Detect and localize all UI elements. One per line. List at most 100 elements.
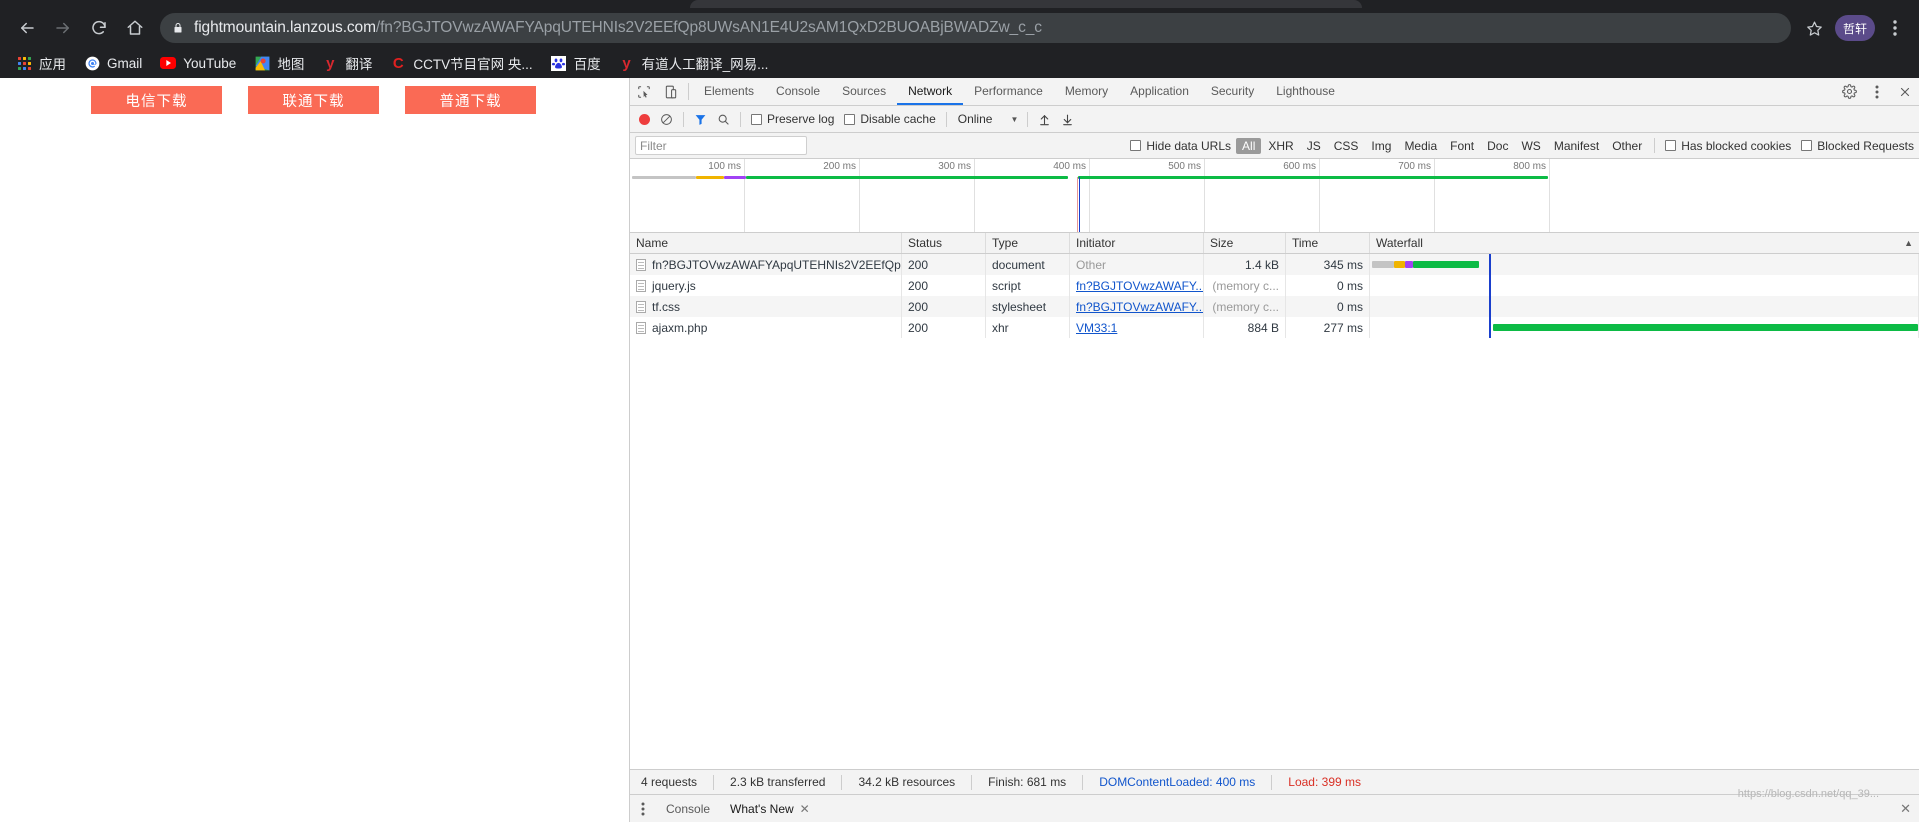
tab-performance[interactable]: Performance	[963, 78, 1054, 105]
table-row[interactable]: tf.css 200 stylesheet fn?BGJTOVwzAWAFY..…	[630, 296, 1919, 317]
tab-security[interactable]: Security	[1200, 78, 1265, 105]
gear-icon[interactable]	[1835, 78, 1863, 106]
lock-icon	[172, 21, 184, 35]
table-row[interactable]: ajaxm.php 200 xhr VM33:1 884 B 277 ms	[630, 317, 1919, 338]
dom-content-loaded-line	[1489, 254, 1491, 275]
overview-band-green-2	[1078, 176, 1548, 179]
overview-tick: 200 ms	[745, 159, 860, 232]
filter-type-media[interactable]: Media	[1398, 138, 1443, 154]
bookmark-apps[interactable]: 应用	[8, 51, 74, 75]
bookmark-youtube[interactable]: YouTube	[152, 51, 244, 75]
bookmark-baidu[interactable]: 百度	[543, 51, 609, 75]
column-header-type[interactable]: Type	[986, 233, 1070, 253]
requests-count: 4 requests	[641, 775, 698, 789]
overview-band-green	[746, 176, 1068, 179]
dom-content-loaded-line	[1489, 296, 1491, 317]
filter-funnel-icon[interactable]	[689, 106, 712, 132]
bookmark-youdao[interactable]: y 有道人工翻译_网易...	[611, 51, 777, 75]
close-icon[interactable]	[1891, 78, 1919, 106]
hide-data-urls-checkbox[interactable]: Hide data URLs	[1125, 133, 1236, 158]
preserve-log-checkbox[interactable]: Preserve log	[746, 106, 839, 132]
filter-type-ws[interactable]: WS	[1515, 138, 1546, 154]
request-initiator[interactable]: VM33:1	[1076, 321, 1117, 335]
throttling-select[interactable]: Online ▼	[952, 106, 1023, 132]
youdao-y-icon: y	[622, 54, 631, 72]
checkbox-box	[1665, 140, 1677, 151]
tab-lighthouse[interactable]: Lighthouse	[1265, 78, 1346, 105]
close-icon[interactable]: ✕	[800, 802, 810, 816]
active-tab[interactable]	[690, 0, 1362, 8]
toggle-device-toolbar-icon[interactable]	[657, 78, 684, 105]
drawer-close-icon[interactable]: ✕	[1900, 801, 1919, 817]
column-header-name[interactable]: Name	[630, 233, 902, 253]
search-icon[interactable]	[712, 106, 735, 132]
bookmark-label: Gmail	[107, 55, 143, 71]
request-initiator[interactable]: fn?BGJTOVwzAWAFY...	[1076, 279, 1203, 293]
inspect-element-icon[interactable]	[630, 78, 657, 105]
blocked-requests-checkbox[interactable]: Blocked Requests	[1796, 133, 1919, 158]
dom-content-loaded-line	[1489, 275, 1491, 296]
import-har-icon[interactable]	[1033, 106, 1056, 132]
normal-download-button[interactable]: 普通下载	[405, 86, 536, 114]
star-icon[interactable]	[1799, 13, 1829, 43]
column-header-initiator[interactable]: Initiator	[1070, 233, 1204, 253]
profile-avatar[interactable]: 哲轩	[1835, 15, 1875, 41]
filter-type-font[interactable]: Font	[1444, 138, 1480, 154]
request-initiator: Other	[1076, 257, 1107, 272]
has-blocked-cookies-checkbox[interactable]: Has blocked cookies	[1660, 133, 1796, 158]
clear-icon[interactable]	[655, 106, 678, 132]
telecom-download-button[interactable]: 电信下载	[91, 86, 222, 114]
column-header-waterfall[interactable]: Waterfall ▲	[1370, 233, 1919, 253]
bookmark-label: CCTV节目官网 央...	[413, 57, 533, 72]
bookmark-gmail[interactable]: Gmail	[76, 51, 150, 75]
finish-time: Finish: 681 ms	[988, 775, 1067, 789]
address-bar[interactable]: fightmountain.lanzous.com/fn?BGJTOVwzAWA…	[160, 13, 1791, 43]
filter-type-img[interactable]: Img	[1365, 138, 1397, 154]
column-header-time[interactable]: Time	[1286, 233, 1370, 253]
drawer-tab-console[interactable]: Console	[656, 795, 720, 822]
forward-button[interactable]	[46, 11, 80, 45]
tab-elements[interactable]: Elements	[693, 78, 765, 105]
column-header-status[interactable]: Status	[902, 233, 986, 253]
request-initiator[interactable]: fn?BGJTOVwzAWAFY...	[1076, 300, 1203, 314]
kebab-menu-icon[interactable]	[1863, 78, 1891, 106]
filter-input[interactable]: Filter	[635, 136, 807, 155]
url-text: fightmountain.lanzous.com/fn?BGJTOVwzAWA…	[194, 19, 1042, 37]
tab-memory[interactable]: Memory	[1054, 78, 1119, 105]
overview-band-orange	[696, 176, 724, 179]
kebab-menu-icon[interactable]	[1881, 13, 1909, 43]
filter-type-other[interactable]: Other	[1606, 138, 1648, 154]
tab-application[interactable]: Application	[1119, 78, 1200, 105]
page-viewport: 电信下载 联通下载 普通下载	[0, 78, 629, 822]
kebab-menu-icon[interactable]	[630, 802, 656, 816]
column-header-size[interactable]: Size	[1204, 233, 1286, 253]
network-overview-timeline[interactable]: 100 ms 200 ms 300 ms 400 ms 500 ms 600 m…	[630, 159, 1919, 233]
transferred-size: 2.3 kB transferred	[730, 775, 826, 789]
home-button[interactable]	[118, 11, 152, 45]
tab-network[interactable]: Network	[897, 78, 964, 105]
request-size: (memory c...	[1212, 278, 1279, 293]
unicom-download-button[interactable]: 联通下载	[248, 86, 379, 114]
filter-type-all[interactable]: All	[1236, 137, 1262, 154]
tab-sources[interactable]: Sources	[831, 78, 897, 105]
disable-cache-checkbox[interactable]: Disable cache	[839, 106, 940, 132]
back-button[interactable]	[10, 11, 44, 45]
filter-type-css[interactable]: CSS	[1328, 138, 1365, 154]
reload-button[interactable]	[82, 11, 116, 45]
bookmark-fanyi[interactable]: y 翻译	[314, 51, 380, 75]
filter-type-manifest[interactable]: Manifest	[1548, 138, 1605, 154]
tab-console[interactable]: Console	[765, 78, 831, 105]
table-row[interactable]: jquery.js 200 script fn?BGJTOVwzAWAFY...…	[630, 275, 1919, 296]
filter-type-js[interactable]: JS	[1301, 138, 1327, 154]
overview-band-gray	[632, 176, 696, 179]
drawer-tab-whats-new[interactable]: What's New ✕	[720, 795, 820, 822]
filter-type-doc[interactable]: Doc	[1481, 138, 1514, 154]
table-body[interactable]: fn?BGJTOVwzAWAFYApqUTEHNIs2V2EEfQp... 20…	[630, 254, 1919, 769]
bookmark-cctv[interactable]: C CCTV节目官网 央...	[382, 51, 540, 75]
bookmark-maps[interactable]: 地图	[246, 51, 312, 75]
dom-content-loaded-line	[1489, 317, 1491, 338]
export-har-icon[interactable]	[1056, 106, 1079, 132]
record-stop-icon[interactable]	[634, 106, 655, 132]
filter-type-xhr[interactable]: XHR	[1262, 138, 1299, 154]
table-row[interactable]: fn?BGJTOVwzAWAFYApqUTEHNIs2V2EEfQp... 20…	[630, 254, 1919, 275]
